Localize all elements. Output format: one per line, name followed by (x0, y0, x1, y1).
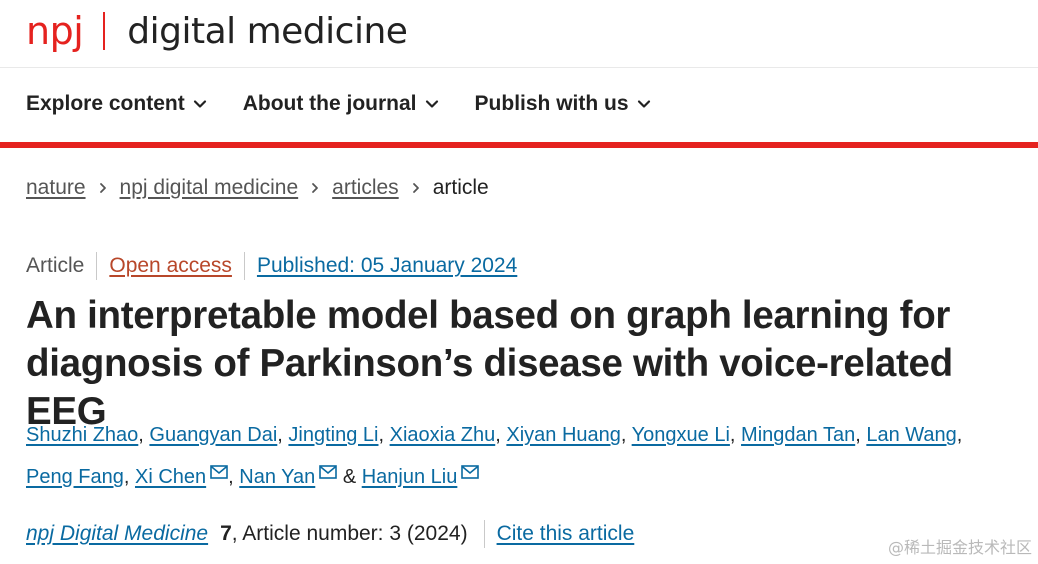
nav-item-label: About the journal (242, 92, 417, 115)
email-icon[interactable] (461, 465, 480, 479)
author-separator: , (729, 424, 742, 446)
breadcrumb: nature npj digital medicine articles art… (26, 176, 489, 200)
cite-this-article-link[interactable]: Cite this article (497, 522, 635, 546)
nav-item-label: Publish with us (474, 92, 629, 115)
author-link[interactable]: Hanjun Liu (362, 466, 458, 488)
volume-number: 7 (220, 522, 232, 545)
article-number-text: , Article number: 3 (2024) (231, 522, 468, 545)
breadcrumb-link-nature[interactable]: nature (26, 176, 86, 200)
chevron-down-icon (425, 100, 438, 108)
brand-journal-title: digital medicine (127, 10, 408, 52)
author-separator: , (228, 466, 240, 488)
article-meta: Article Open access Published: 05 Januar… (26, 252, 517, 280)
email-icon[interactable] (319, 465, 338, 479)
meta-divider (483, 520, 485, 548)
header-red-rule (0, 142, 1038, 148)
chevron-right-icon (312, 183, 319, 193)
meta-divider (96, 252, 98, 280)
breadcrumb-current: article (432, 176, 489, 199)
meta-divider (243, 252, 245, 280)
journal-logo[interactable]: npj digital medicine (26, 6, 408, 56)
brand-npj: npj (26, 9, 84, 53)
chevron-right-icon (99, 183, 106, 193)
author-link[interactable]: Lan Wang (866, 424, 956, 446)
breadcrumb-link-articles[interactable]: articles (332, 176, 399, 200)
citation-line: npj Digital Medicine 7 , Article number:… (26, 520, 634, 548)
author-link[interactable]: Guangyan Dai (149, 424, 277, 446)
nav-explore-content[interactable]: Explore content (26, 92, 207, 116)
brand-divider (103, 12, 106, 50)
breadcrumb-link-journal[interactable]: npj digital medicine (120, 176, 299, 200)
email-icon[interactable] (210, 465, 228, 479)
main-nav: Explore content About the journal Publis… (26, 92, 687, 116)
watermark: @稀土掘金技术社区 (887, 538, 1032, 557)
author-separator: , (123, 466, 135, 488)
author-link[interactable]: Yongxue Li (632, 424, 730, 446)
author-link[interactable]: Mingdan Tan (741, 424, 855, 446)
published-date-link[interactable]: Published: 05 January 2024 (257, 254, 517, 278)
author-separator: , (855, 424, 867, 446)
author-separator: , (495, 424, 507, 446)
author-link[interactable]: Peng Fang (26, 466, 124, 488)
article-type: Article (26, 254, 85, 277)
chevron-down-icon (637, 100, 650, 108)
author-separator: , (956, 424, 963, 446)
nav-item-label: Explore content (26, 92, 185, 115)
open-access-link[interactable]: Open access (109, 254, 232, 278)
author-link[interactable]: Xiyan Huang (506, 424, 621, 446)
author-separator: , (277, 424, 289, 446)
chevron-down-icon (193, 100, 206, 108)
nav-publish-with-us[interactable]: Publish with us (475, 92, 651, 116)
author-link[interactable]: Jingting Li (288, 424, 378, 446)
author-separator: , (620, 424, 632, 446)
author-separator: & (337, 466, 362, 488)
author-separator: , (138, 424, 150, 446)
chevron-right-icon (412, 183, 419, 193)
author-link[interactable]: Shuzhi Zhao (26, 424, 138, 446)
author-separator: , (378, 424, 390, 446)
author-link[interactable]: Nan Yan (239, 466, 315, 488)
nav-about-the-journal[interactable]: About the journal (243, 92, 439, 116)
author-link[interactable]: Xi Chen (135, 466, 206, 488)
journal-name-link[interactable]: npj Digital Medicine (26, 522, 208, 546)
author-link[interactable]: Xiaoxia Zhu (390, 424, 496, 446)
author-list: Shuzhi Zhao, Guangyan Dai, Jingting Li, … (26, 414, 1026, 498)
header-separator (0, 67, 1038, 68)
